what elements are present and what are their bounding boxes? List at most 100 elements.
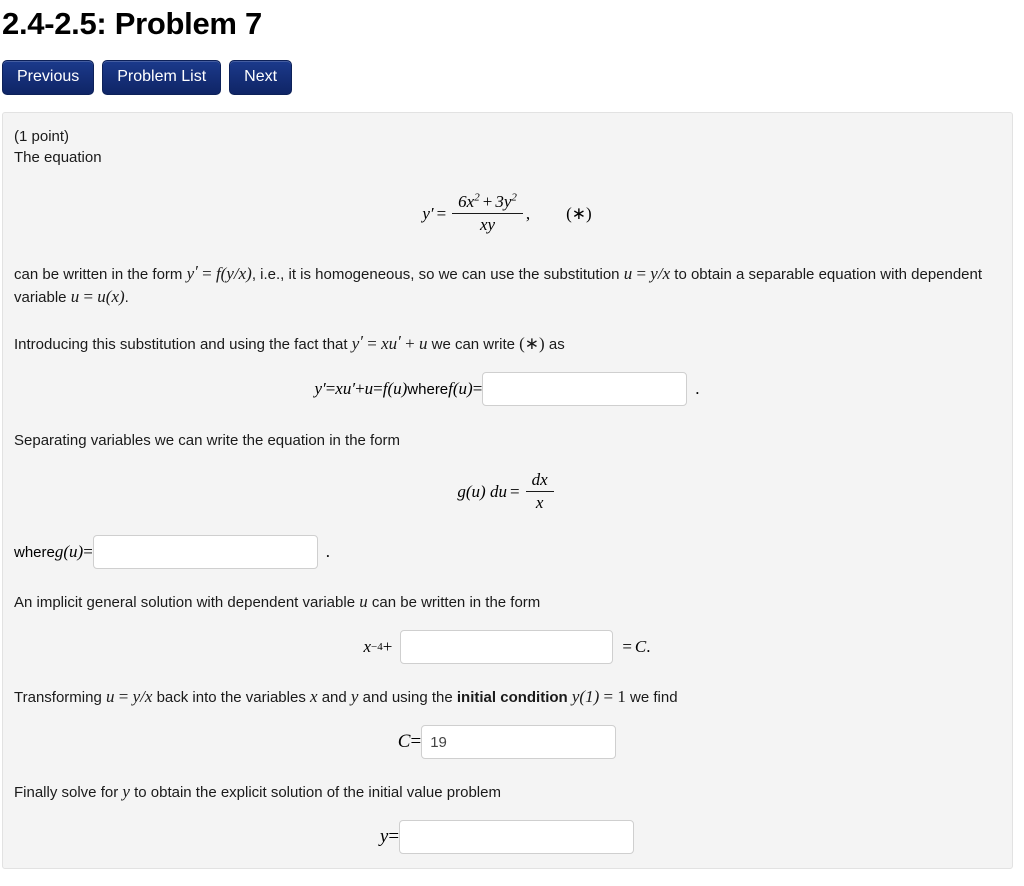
numerator-term-a: 6x (458, 192, 475, 211)
transform-text-4: and (317, 689, 351, 706)
transform-equals-1: = (114, 687, 133, 706)
intro-text-5: as (544, 336, 565, 353)
implicit-plus: + (382, 637, 393, 656)
fu-fu-2: f(u) (448, 379, 473, 398)
paragraph-finally: Finally solve for y to obtain the explic… (14, 781, 1000, 804)
equation-implicit-expression: x −4 + = C. (363, 630, 651, 664)
y-label: y (379, 826, 389, 847)
intro-star-tag: (∗) (519, 334, 545, 353)
gu-label: g(u) (54, 542, 84, 561)
intro-text-4: we can write (427, 336, 520, 353)
numerator-term-b: 3y (495, 192, 512, 211)
intro-math-xu: xu (381, 334, 398, 353)
implicit-text-1: An implicit general solution with depend… (14, 594, 360, 611)
homog-math-yx: y/x (650, 264, 671, 283)
paragraph-introducing: Introducing this substitution and using … (14, 331, 1000, 356)
gu-where-text: where (14, 543, 55, 561)
intro-text-1: Introducing this substitution and using … (14, 336, 352, 353)
problem-page: 2.4-2.5: Problem 7 Previous Problem List… (0, 0, 1024, 886)
C-label: C (397, 731, 411, 752)
main-equation-equals: = (436, 203, 447, 223)
homog-math-u: u (623, 264, 633, 283)
implicit-equals: = (622, 637, 632, 656)
separable-lhs: g(u) du (457, 481, 507, 501)
fu-equals-1: = (325, 379, 336, 398)
homog-math-ux: u(x) (97, 287, 125, 306)
fu-equals-2: = (373, 379, 383, 398)
next-button[interactable]: Next (229, 60, 293, 95)
problem-panel: (1 point) The equation y ′ = 6x2 +3y2 xy ,… (2, 112, 1013, 869)
intro-plus: + (400, 334, 419, 353)
implicit-x-term: x (363, 637, 372, 656)
fu-answer-input[interactable] (482, 372, 688, 406)
homog-equals-2: = (632, 264, 651, 283)
fraction-numerator: 6x2 +3y2 (452, 192, 523, 213)
paragraph-implicit: An implicit general solution with depend… (14, 591, 1000, 614)
C-equals: = (410, 731, 422, 752)
numerator-plus: + (482, 192, 493, 211)
fu-xu: xu (335, 379, 352, 398)
fu-trailing-period: . (695, 379, 700, 398)
homog-math-fyx: f(y/x) (215, 264, 252, 283)
points-label: (1 point) (14, 128, 70, 145)
separable-equals: = (509, 481, 520, 501)
transform-initial-condition-bold: initial condition (456, 689, 568, 706)
fu-fu-1: f(u) (382, 379, 408, 398)
main-equation-fraction: 6x2 +3y2 xy (452, 192, 523, 235)
C-answer-input[interactable] (421, 725, 617, 759)
transform-math-one: 1 (617, 687, 626, 706)
previous-button[interactable]: Previous (2, 60, 95, 95)
gu-trailing-period: . (325, 542, 331, 561)
numerator-term-b-exponent: 2 (511, 191, 517, 204)
separable-numerator: dx (531, 470, 548, 489)
fu-lhs: y (314, 379, 322, 398)
page-title: 2.4-2.5: Problem 7 (2, 6, 262, 41)
implicit-trailing-period: . (646, 637, 651, 656)
finally-text-1: Finally solve for (14, 784, 123, 801)
gu-equals: = (83, 542, 93, 561)
transform-math-y1: y(1) (571, 687, 600, 706)
homog-math-u2: u (70, 287, 80, 306)
finally-math-y: y (122, 782, 130, 801)
fu-u: u (364, 379, 374, 398)
separable-denominator: x (535, 493, 544, 512)
finally-text-2: to obtain the explicit solution of the i… (129, 784, 501, 801)
y-equals: = (388, 826, 400, 847)
transform-text-8: we find (625, 689, 678, 706)
implicit-C: C (634, 637, 647, 656)
fraction-denominator: xy (479, 215, 496, 234)
navigation-bar: Previous Problem List Next (0, 44, 1024, 95)
separable-fraction: dx x (525, 470, 554, 513)
fu-plus: + (355, 379, 365, 398)
transform-text-1: Transforming (14, 689, 106, 706)
homog-text-1: can be written in the form (14, 266, 187, 283)
y-answer-input[interactable] (399, 820, 635, 854)
fu-equals-3: = (472, 379, 483, 398)
problem-list-button[interactable]: Problem List (102, 60, 222, 95)
intro-equals: = (362, 334, 382, 353)
equation-separable: g(u) du = dx x (14, 470, 1000, 513)
homog-math-y: y (186, 264, 195, 283)
transform-math-x: x (310, 687, 318, 706)
main-equation: y ′ = 6x2 +3y2 xy , (∗) (14, 192, 1000, 235)
homog-text-3: , i.e., it is homogeneous, so we can use… (251, 266, 624, 283)
paragraph-separating: Separating variables we can write the eq… (14, 432, 401, 449)
paragraph-homogeneous: can be written in the form y′ = f(y/x), … (14, 261, 1000, 309)
equation-gu-row: where g(u) = . (14, 535, 1000, 569)
equation-y-expression: y = (379, 820, 635, 854)
transform-text-5: and using the (358, 689, 457, 706)
fu-where-text: where (407, 380, 449, 398)
equation-C-row: C = (14, 725, 1000, 759)
transform-text-3: back into the variables (152, 689, 310, 706)
equation-fu-row: y ′ = xu ′ + u = f(u) where f(u) = . (14, 372, 1000, 406)
homog-equals-3: = (79, 287, 98, 306)
implicit-math-u: u (359, 592, 368, 611)
main-equation-lhs: y (422, 203, 430, 223)
equation-C-expression: C = (397, 725, 617, 759)
gu-answer-input[interactable] (92, 535, 318, 569)
transform-math-yx: y/x (132, 687, 153, 706)
equation-y-row: y = (14, 820, 1000, 854)
lead-text: The equation (14, 149, 102, 166)
implicit-answer-input[interactable] (400, 630, 614, 664)
homog-text-7: . (124, 289, 129, 306)
